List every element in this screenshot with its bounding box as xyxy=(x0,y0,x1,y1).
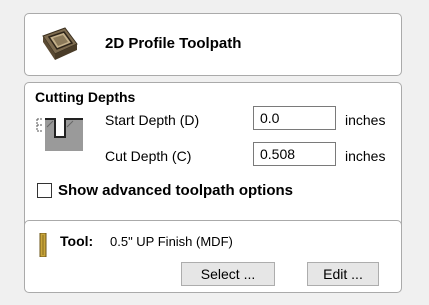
cut-depth-input[interactable]: 0.508 xyxy=(253,142,336,166)
start-depth-label: Start Depth (D) xyxy=(105,112,200,128)
profile-toolpath-icon xyxy=(42,27,78,60)
advanced-options-checkbox[interactable] xyxy=(37,183,52,198)
start-depth-unit: inches xyxy=(345,112,386,128)
tool-name: 0.5" UP Finish (MDF) xyxy=(110,234,233,249)
tool-label: Tool: xyxy=(60,233,94,249)
end-mill-icon xyxy=(39,233,47,257)
advanced-options-label[interactable]: Show advanced toolpath options xyxy=(58,182,293,199)
select-tool-button[interactable]: Select ... xyxy=(181,262,275,286)
cut-depth-unit: inches xyxy=(345,148,386,164)
panel-title: 2D Profile Toolpath xyxy=(105,35,242,52)
edit-tool-button[interactable]: Edit ... xyxy=(307,262,379,286)
section-title: Cutting Depths xyxy=(35,89,136,105)
cut-depth-label: Cut Depth (C) xyxy=(105,148,192,164)
title-panel: 2D Profile Toolpath xyxy=(24,13,402,76)
cutting-depths-panel: Cutting Depths Start Depth (D) 0.0 inche… xyxy=(24,82,402,233)
start-depth-input[interactable]: 0.0 xyxy=(253,106,336,130)
tool-panel: Tool: 0.5" UP Finish (MDF) Select ... Ed… xyxy=(24,220,402,293)
cut-depth-diagram-icon xyxy=(36,118,83,151)
